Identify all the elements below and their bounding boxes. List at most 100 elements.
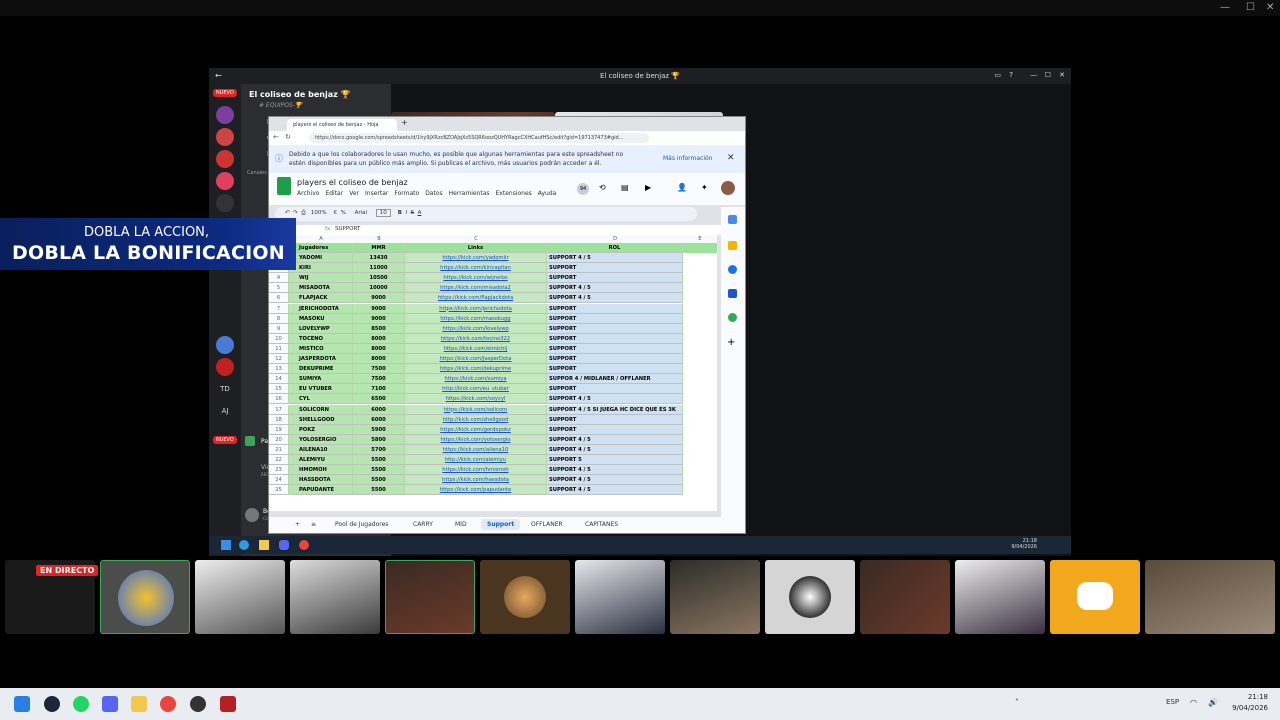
calendar-icon[interactable] <box>728 215 737 224</box>
table-row[interactable]: 13 DEKUPRIME 7500 https://kick.com/dekuprim… <box>269 364 717 375</box>
server-icon[interactable] <box>216 106 234 124</box>
language-indicator[interactable]: ESP <box>1166 698 1179 706</box>
player-link[interactable]: https://kick.com/jerichodota <box>405 303 547 314</box>
table-row[interactable]: 23 HMOMOH 5500 https://kick.com/hmomoh SUPPO… <box>269 465 717 476</box>
menu-ver[interactable]: Ver <box>349 190 359 197</box>
mmr-value[interactable]: 11000 <box>353 263 405 274</box>
header-cell[interactable]: ROL <box>547 243 683 254</box>
mmr-value[interactable]: 5700 <box>353 444 405 455</box>
tab-carry[interactable]: CARRY <box>413 521 433 528</box>
tab-mid[interactable]: MID <box>455 521 467 528</box>
add-sheet-icon[interactable]: + <box>295 521 300 528</box>
explorer-icon[interactable] <box>259 540 269 550</box>
channel-equipos[interactable]: # EQUIPOS-🏆 <box>259 102 302 109</box>
player-name[interactable]: SOLICORN <box>289 404 353 415</box>
mmr-value[interactable]: 6000 <box>353 404 405 415</box>
role-value[interactable]: SUPPORT <box>547 333 683 344</box>
row-number[interactable]: 17 <box>269 404 289 415</box>
mmr-value[interactable]: 10500 <box>353 273 405 284</box>
player-link[interactable]: http://kick.com/alemiyu <box>405 455 547 466</box>
tab-offlaner[interactable]: OFFLANER <box>531 521 563 528</box>
participant-tile[interactable] <box>670 560 760 634</box>
maximize-icon[interactable]: ☐ <box>1246 2 1255 13</box>
player-name[interactable]: YOLOSERGIO <box>289 434 353 445</box>
back-icon[interactable]: ← <box>273 133 279 141</box>
player-link[interactable]: https://kick.com/soycyl <box>405 394 547 405</box>
player-link[interactable]: https://kick.com/gordopokz <box>405 424 547 435</box>
participant-tile[interactable] <box>955 560 1045 634</box>
player-link[interactable]: https://kick.com/flapjackdota <box>405 293 547 304</box>
role-value[interactable]: SUPPORT <box>547 424 683 435</box>
volume-icon[interactable]: 🔊 <box>1208 698 1218 707</box>
mmr-value[interactable]: 10000 <box>353 283 405 294</box>
header-cell[interactable]: Links <box>405 243 547 254</box>
player-link[interactable]: https://kick.com/masokugg <box>405 313 547 324</box>
role-value[interactable]: SUPPOR 4 / MIDLANER / OFFLANER <box>547 374 683 385</box>
row-number[interactable]: 11 <box>269 343 289 354</box>
sheets-logo-icon[interactable] <box>277 177 291 195</box>
player-link[interactable]: https://kick.com/misadota2 <box>405 283 547 294</box>
server-icon[interactable] <box>216 194 234 212</box>
table-row[interactable]: 14 SUMIYA 7500 https://kick.com/sumiya SUPPO… <box>269 374 717 385</box>
role-value[interactable]: SUPPORT 4 / 5 <box>547 475 683 486</box>
system-clock[interactable]: 21:18 9/04/2026 <box>1232 692 1268 714</box>
player-name[interactable]: KIRI <box>289 263 353 274</box>
row-number[interactable]: 13 <box>269 364 289 375</box>
participant-tile[interactable] <box>195 560 285 634</box>
menu-formato[interactable]: Formato <box>394 190 419 197</box>
percent-icon[interactable]: % <box>341 210 346 216</box>
tab-support[interactable]: Support <box>481 519 521 530</box>
player-link[interactable]: https://kick.com/elmichij <box>405 343 547 354</box>
player-name[interactable]: MASOKU <box>289 313 353 324</box>
col-header[interactable]: D <box>547 235 683 243</box>
dota-icon[interactable] <box>220 696 236 712</box>
discord-icon[interactable] <box>279 540 289 550</box>
server-icon[interactable] <box>216 172 234 190</box>
document-title[interactable]: players el coliseo de benjaz <box>297 178 408 187</box>
row-number[interactable]: 9 <box>269 323 289 334</box>
role-value[interactable]: SUPPORT 4 / 5 <box>547 394 683 405</box>
add-addon-icon[interactable]: + <box>727 337 735 348</box>
role-value[interactable]: SUPPORT 4 / 5 <box>547 434 683 445</box>
new-tab-icon[interactable]: + <box>401 118 408 127</box>
player-link[interactable]: https://kick.com/dekuprime <box>405 364 547 375</box>
mmr-value[interactable]: 9000 <box>353 293 405 304</box>
close-icon[interactable]: ✕ <box>727 153 735 163</box>
player-name[interactable]: TOCENO <box>289 333 353 344</box>
all-sheets-icon[interactable]: ≡ <box>311 521 316 528</box>
player-link[interactable]: https://kick.com/hassdota <box>405 475 547 486</box>
mmr-value[interactable]: 8000 <box>353 343 405 354</box>
table-row[interactable]: 20 YOLOSERGIO 5800 https://kick.com/yoloser… <box>269 434 717 445</box>
col-header[interactable]: B <box>353 235 405 243</box>
edge-icon[interactable] <box>239 540 249 550</box>
col-header[interactable]: C <box>405 235 547 243</box>
player-name[interactable]: JASPERDOTA <box>289 354 353 365</box>
menu-editar[interactable]: Editar <box>325 190 343 197</box>
role-value[interactable]: SUPPORT 5 <box>547 455 683 466</box>
player-link[interactable]: https://kick.com/wijnelos <box>405 273 547 284</box>
player-name[interactable]: HASSDOTA <box>289 475 353 486</box>
player-link[interactable]: https://kick.com/sumiya <box>405 374 547 385</box>
server-icon[interactable] <box>216 336 234 354</box>
menu-ayuda[interactable]: Ayuda <box>538 190 557 197</box>
table-row[interactable]: 5 MISADOTA 10000 https://kick.com/misadota2… <box>269 283 717 294</box>
table-row[interactable]: 24 HASSDOTA 5500 https://kick.com/hassdota S… <box>269 475 717 486</box>
table-row[interactable]: 16 CYL 6500 https://kick.com/soycyl SUPPORT … <box>269 394 717 405</box>
chevron-up-icon[interactable]: ˄ <box>1015 698 1019 707</box>
mmr-value[interactable]: 7500 <box>353 374 405 385</box>
table-row[interactable]: 15 EU VTUBER 7100 http://kick.com/eu_vtuber… <box>269 384 717 395</box>
player-name[interactable]: HMOMOH <box>289 465 353 476</box>
participant-tile[interactable] <box>1050 560 1140 634</box>
role-value[interactable]: SUPPORT 4 / 5 <box>547 253 683 264</box>
folder-icon[interactable] <box>131 696 147 712</box>
role-value[interactable]: SUPPORT 4 / 5 <box>547 485 683 496</box>
user-avatar[interactable] <box>245 508 259 522</box>
role-value[interactable]: SUPPORT <box>547 303 683 314</box>
currency-icon[interactable]: € <box>334 210 338 216</box>
player-link[interactable]: https://kick.com/tocino322 <box>405 333 547 344</box>
italic-icon[interactable]: I <box>406 210 408 216</box>
more-info-link[interactable]: Más información <box>663 155 712 162</box>
server-aj[interactable]: AJ <box>216 402 234 420</box>
table-row[interactable]: 10 TOCENO 8000 https://kick.com/tocino322 SU… <box>269 333 717 344</box>
mmr-value[interactable]: 7100 <box>353 384 405 395</box>
